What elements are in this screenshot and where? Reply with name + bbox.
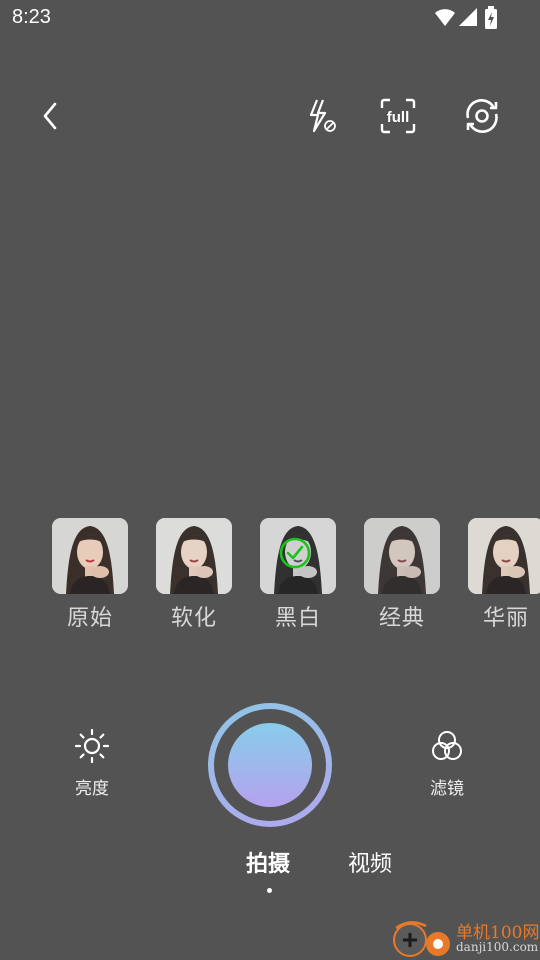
sun-icon bbox=[74, 728, 110, 764]
back-button[interactable] bbox=[26, 92, 74, 140]
filter-label: 黑白 bbox=[274, 606, 321, 631]
filter-thumbnail bbox=[156, 518, 232, 594]
filter-item-soften[interactable]: 软化 bbox=[156, 518, 232, 638]
portrait-thumbnail-icon bbox=[364, 518, 440, 594]
gamepad-logo-icon bbox=[393, 921, 450, 957]
brightness-label: 亮度 bbox=[75, 779, 109, 799]
portrait-thumbnail-icon bbox=[52, 518, 128, 594]
tab-photo[interactable]: 拍摄 bbox=[246, 846, 290, 878]
status-bar: 8:23 bbox=[0, 0, 540, 36]
filter-item-original[interactable]: 原始 bbox=[52, 518, 128, 638]
active-mode-indicator bbox=[267, 888, 272, 893]
filter-label: 软化 bbox=[170, 606, 217, 631]
status-icons bbox=[434, 6, 500, 30]
brightness-button[interactable]: 亮度 bbox=[52, 728, 132, 799]
cellular-signal-icon bbox=[459, 8, 477, 26]
watermark: 单机100网 danji100.com bbox=[388, 916, 540, 960]
switch-camera-button[interactable] bbox=[458, 92, 506, 140]
filter-strip[interactable]: 原始 软化 黑白 经典 华丽 bbox=[0, 518, 540, 638]
battery-charging-icon bbox=[485, 6, 497, 29]
filter-circles-icon bbox=[432, 731, 462, 760]
tab-video[interactable]: 视频 bbox=[348, 846, 392, 878]
aspect-ratio-label: full bbox=[387, 109, 410, 126]
full-screen-icon: full bbox=[380, 98, 416, 134]
aspect-ratio-button[interactable]: full bbox=[374, 92, 422, 140]
watermark-url: danji100.com bbox=[456, 940, 539, 954]
filter-thumbnail bbox=[364, 518, 440, 594]
filter-item-gorgeous[interactable]: 华丽 bbox=[468, 518, 540, 638]
status-time: 8:23 bbox=[12, 6, 51, 28]
filter-thumbnail bbox=[468, 518, 540, 594]
portrait-thumbnail-icon bbox=[468, 518, 540, 594]
filter-item-classic[interactable]: 经典 bbox=[364, 518, 440, 638]
flash-toggle-button[interactable] bbox=[296, 92, 344, 140]
wifi-icon bbox=[435, 9, 455, 26]
filter-label: 滤镜 bbox=[430, 779, 464, 799]
shutter-inner-circle bbox=[228, 723, 312, 807]
filter-label: 经典 bbox=[378, 606, 425, 631]
shutter-button[interactable] bbox=[208, 703, 332, 827]
filter-item-black-white[interactable]: 黑白 bbox=[260, 518, 336, 638]
filter-button[interactable]: 滤镜 bbox=[407, 728, 487, 799]
camera-switch-icon bbox=[466, 99, 498, 133]
flash-off-icon bbox=[309, 99, 336, 133]
chevron-left-icon bbox=[43, 102, 57, 130]
selected-check-icon bbox=[279, 537, 311, 569]
filter-label: 原始 bbox=[66, 606, 113, 631]
portrait-thumbnail-icon bbox=[156, 518, 232, 594]
filter-thumbnail bbox=[52, 518, 128, 594]
filter-label: 华丽 bbox=[482, 606, 529, 631]
